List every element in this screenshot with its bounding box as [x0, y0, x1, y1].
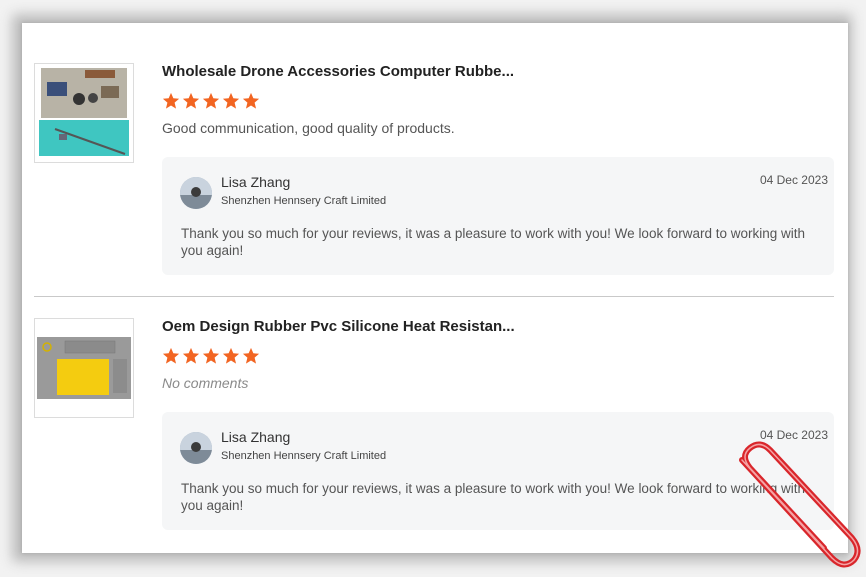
star-icon	[222, 347, 240, 364]
product-title[interactable]: Wholesale Drone Accessories Computer Rub…	[162, 63, 514, 80]
star-icon	[182, 347, 200, 364]
seller-reply: Lisa Zhang Shenzhen Hennsery Craft Limit…	[162, 157, 834, 275]
replier-name: Lisa Zhang	[221, 429, 291, 445]
reply-date: 04 Dec 2023	[759, 173, 828, 187]
review-comment: No comments	[162, 375, 249, 391]
star-icon	[182, 92, 200, 109]
star-icon	[242, 347, 260, 364]
rating-stars	[162, 347, 260, 365]
reply-text: Thank you so much for your reviews, it w…	[181, 226, 806, 258]
avatar	[180, 432, 212, 464]
star-icon	[222, 92, 240, 109]
star-icon	[202, 92, 220, 109]
product-thumbnail[interactable]	[34, 318, 134, 418]
star-icon	[162, 347, 180, 364]
star-icon	[202, 347, 220, 364]
star-icon	[162, 92, 180, 109]
star-icon	[242, 92, 260, 109]
review-item: Wholesale Drone Accessories Computer Rub…	[22, 23, 848, 296]
replier-company: Shenzhen Hennsery Craft Limited	[221, 450, 387, 462]
avatar	[180, 177, 212, 209]
rating-stars	[162, 92, 260, 110]
replier-company: Shenzhen Hennsery Craft Limited	[221, 195, 387, 207]
replier-name: Lisa Zhang	[221, 174, 291, 190]
product-thumbnail[interactable]	[34, 63, 134, 163]
paperclip-icon	[739, 441, 861, 568]
product-title[interactable]: Oem Design Rubber Pvc Silicone Heat Resi…	[162, 318, 515, 335]
review-comment: Good communication, good quality of prod…	[162, 120, 455, 136]
